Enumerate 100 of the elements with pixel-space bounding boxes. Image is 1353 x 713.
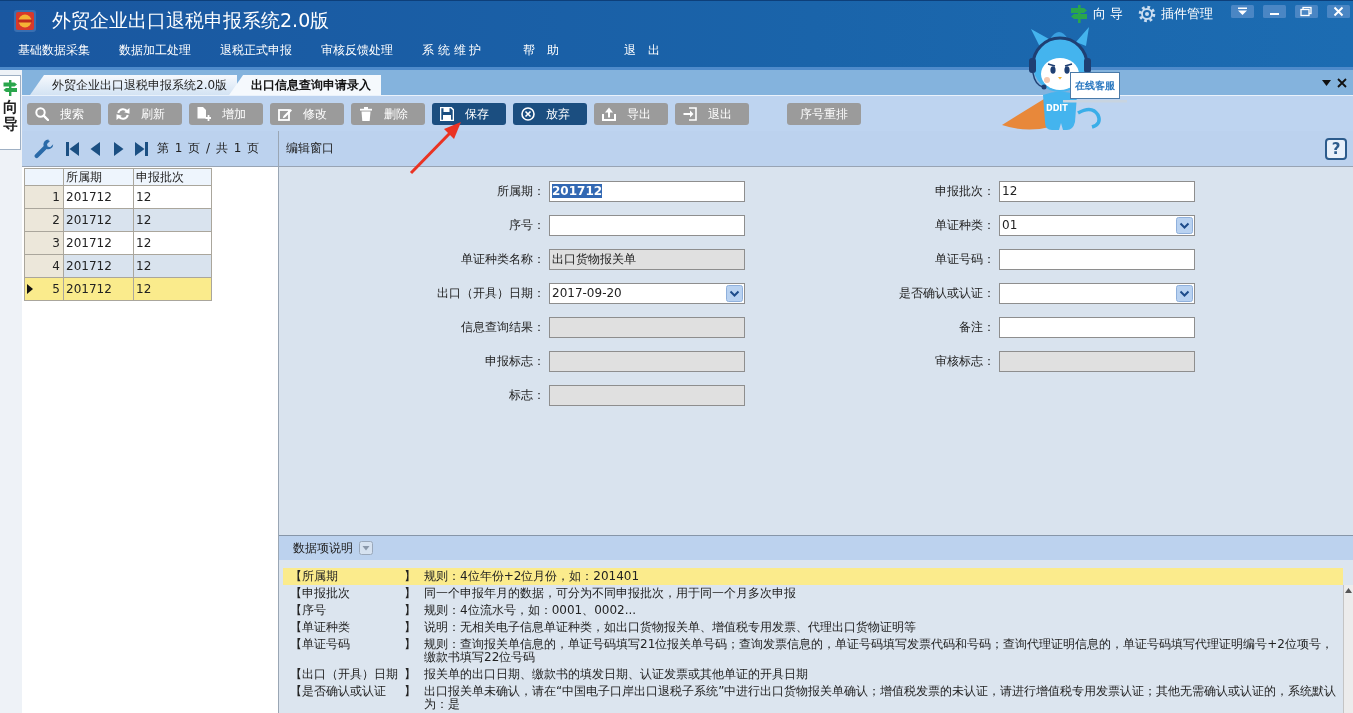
table-cell: 12 bbox=[133, 231, 212, 255]
table-cell: 201712 bbox=[63, 277, 134, 301]
column-header[interactable]: 所属期 bbox=[63, 168, 134, 186]
row-header[interactable]: 2 bbox=[24, 208, 64, 232]
header-link[interactable]: 向 导 bbox=[1069, 5, 1123, 23]
panel-title: 数据项说明 bbox=[293, 539, 353, 557]
field-label: 申报标志： bbox=[484, 353, 546, 370]
chevron-down-icon[interactable] bbox=[726, 285, 743, 302]
toolbar-button[interactable]: 放弃 bbox=[513, 103, 587, 125]
table-cell: 12 bbox=[133, 185, 212, 209]
caret-down-icon[interactable] bbox=[1322, 79, 1331, 86]
online-service-button[interactable]: 在线客服 bbox=[1070, 72, 1120, 99]
field-label: 单证号码： bbox=[934, 251, 996, 268]
row-header[interactable]: 5 bbox=[24, 277, 64, 301]
menu-item[interactable]: 退税正式申报 bbox=[220, 41, 321, 59]
gear-icon bbox=[1138, 5, 1156, 23]
field-label: 单证种类名称： bbox=[460, 251, 546, 268]
note-label: 【序号 bbox=[290, 604, 326, 617]
row-pointer-icon bbox=[27, 284, 33, 294]
note-text: 规则：4位流水号，如：0001、0002... bbox=[424, 604, 638, 617]
table-cell: 201712 bbox=[63, 208, 134, 232]
input-field[interactable]: 12 bbox=[999, 181, 1195, 202]
pencil-square-icon bbox=[278, 107, 292, 121]
dropdown-field[interactable]: 01 bbox=[999, 215, 1195, 236]
field-label: 标志： bbox=[508, 387, 546, 404]
table-cell: 12 bbox=[133, 254, 212, 278]
dropdown-field[interactable] bbox=[999, 283, 1195, 304]
toolbar-button[interactable]: 保存 bbox=[432, 103, 506, 125]
previous-page-icon[interactable] bbox=[89, 140, 102, 157]
chevron-down-icon[interactable] bbox=[1176, 285, 1193, 302]
note-row[interactable]: 【所属期 】 规则：4位年份+2位月份，如：201401 bbox=[283, 568, 1343, 585]
field-label: 审核标志： bbox=[934, 353, 996, 370]
field-label: 所属期： bbox=[496, 183, 546, 200]
table-row[interactable]: 1 201712 12 bbox=[24, 185, 212, 209]
note-label-bracket: 】 bbox=[404, 604, 416, 617]
tray-upload-icon bbox=[602, 107, 616, 121]
input-field[interactable] bbox=[549, 215, 745, 236]
menu-item[interactable]: 基础数据采集 bbox=[18, 41, 119, 59]
window-title: 外贸企业出口退税申报系统2.0版 bbox=[52, 8, 330, 32]
note-row[interactable]: 【单证号码 】 规则：查询报关单信息的，单证号码填写21位报关单号码；查询发票信息的，单证号码填写发票代码和号码；查询代理证明信息的，单证号码填写代理证明编号+2位项号，缴款书填写22位号码 bbox=[283, 636, 1343, 666]
input-field[interactable]: 201712 bbox=[549, 181, 745, 202]
note-text: 说明：无相关电子信息单证种类，如出口货物报关单、增值税专用发票、代理出口货物证明等 bbox=[424, 621, 917, 634]
menu-item[interactable]: 审核反馈处理 bbox=[321, 41, 422, 59]
help-button[interactable]: ? bbox=[1325, 137, 1347, 160]
table-cell: 12 bbox=[133, 208, 212, 232]
note-row[interactable]: 【申报批次 】 同一个申报年月的数据，可分为不同申报批次，用于同一个月多次申报 bbox=[283, 585, 1343, 602]
note-row[interactable]: 【是否确认或认证 】 出口报关单未确认，请在“中国电子口岸出口退税子系统”中进行出口货物报关单确认；增值税发票的未认证，请进行增值税专用发票认证；其他无需确认或认证的，系统默认为：是 bbox=[283, 683, 1343, 713]
close-icon[interactable] bbox=[1337, 77, 1347, 88]
table-row[interactable]: 4 201712 12 bbox=[24, 254, 212, 278]
input-field[interactable] bbox=[999, 317, 1195, 338]
dropdown-field[interactable]: 2017-09-20 bbox=[549, 283, 745, 304]
note-row[interactable]: 【序号 】 规则：4位流水号，如：0001、0002... bbox=[283, 602, 1343, 619]
page-indicator: 第 1 页 / 共 1 页 bbox=[157, 140, 260, 157]
menu-item[interactable]: 数据加工处理 bbox=[119, 41, 220, 59]
note-text: 出口报关单未确认，请在“中国电子口岸出口退税子系统”中进行出口货物报关单确认；增值税发票的未认证，请进行增值税专用发票认证；其他无需确认或认证的，系统默认为：是 bbox=[424, 685, 1338, 711]
next-page-icon[interactable] bbox=[112, 140, 125, 157]
table-row[interactable]: 3 201712 12 bbox=[24, 231, 212, 255]
note-text: 规则：查询报关单信息的，单证号码填写21位报关单号码；查询发票信息的，单证号码填写发票代码和号码；查询代理证明信息的，单证号码填写代理证明编号+2位项号，缴款书填写22位号码 bbox=[424, 638, 1334, 664]
refresh-icon bbox=[116, 107, 130, 121]
menu-item[interactable]: 系 统 维 护 bbox=[422, 41, 523, 59]
header-corner bbox=[24, 168, 64, 186]
dropdown-menu-icon[interactable] bbox=[1231, 5, 1254, 18]
chevron-down-icon[interactable] bbox=[1176, 217, 1193, 234]
row-header[interactable]: 4 bbox=[24, 254, 64, 278]
scrollbar[interactable] bbox=[1343, 585, 1353, 713]
tab[interactable]: 出口信息查询申请录入 bbox=[229, 75, 382, 95]
wrench-icon[interactable] bbox=[34, 138, 54, 159]
close-icon[interactable] bbox=[1327, 5, 1350, 18]
column-header[interactable]: 申报批次 bbox=[133, 168, 212, 186]
first-page-icon[interactable] bbox=[66, 140, 79, 157]
table-cell: 12 bbox=[133, 277, 212, 301]
signpost-icon bbox=[1069, 5, 1088, 23]
field-label: 申报批次： bbox=[934, 183, 996, 200]
field-label: 单证种类： bbox=[934, 217, 996, 234]
field-label: 序号： bbox=[508, 217, 546, 234]
collapse-caret-icon[interactable] bbox=[359, 541, 373, 555]
input-field[interactable] bbox=[999, 249, 1195, 270]
note-label: 【所属期 bbox=[290, 570, 338, 583]
scroll-up-icon[interactable] bbox=[1345, 588, 1352, 593]
row-header[interactable]: 3 bbox=[24, 231, 64, 255]
restore-icon[interactable] bbox=[1295, 5, 1318, 18]
menu-item[interactable]: 帮 助 bbox=[523, 41, 624, 59]
note-text: 报关单的出口日期、缴款书的填发日期、认证发票或其他单证的开具日期 bbox=[424, 668, 809, 681]
side-tab[interactable]: 向导 bbox=[0, 75, 21, 150]
table-row[interactable]: 5 201712 12 bbox=[24, 277, 212, 301]
note-row[interactable]: 【单证种类 】 说明：无相关电子信息单证种类，如出口货物报关单、增值税专用发票、代理出口货物证明等 bbox=[283, 619, 1343, 636]
note-label: 【出口（开具）日期 bbox=[290, 668, 398, 681]
menu-item[interactable]: 退 出 bbox=[624, 41, 725, 59]
minimize-icon[interactable] bbox=[1263, 5, 1286, 18]
header-link[interactable]: 插件管理 bbox=[1138, 5, 1213, 23]
last-page-icon[interactable] bbox=[135, 140, 148, 157]
tab[interactable]: 外贸企业出口退税申报系统2.0版 bbox=[30, 75, 238, 95]
table-cell: 201712 bbox=[63, 231, 134, 255]
note-text: 规则：4位年份+2位月份，如：201401 bbox=[424, 570, 641, 583]
table-row[interactable]: 2 201712 12 bbox=[24, 208, 212, 232]
row-header[interactable]: 1 bbox=[24, 185, 64, 209]
note-row[interactable]: 【出口（开具）日期 】 报关单的出口日期、缴款书的填发日期、认证发票或其他单证的开具日期 bbox=[283, 666, 1343, 683]
note-label-bracket: 】 bbox=[404, 668, 416, 681]
field-label: 是否确认或认证： bbox=[898, 285, 996, 302]
note-label: 【单证种类 bbox=[290, 621, 350, 634]
